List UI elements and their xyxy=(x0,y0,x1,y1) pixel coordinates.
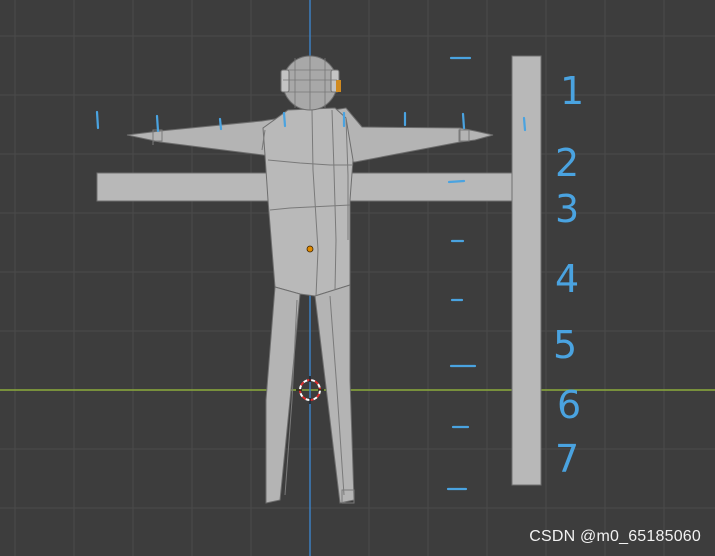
annotation-tick xyxy=(447,179,466,184)
annotation-tick xyxy=(282,111,287,128)
character-head[interactable] xyxy=(280,55,341,111)
viewport-grid xyxy=(0,0,715,556)
annotation-number-6: 6 xyxy=(557,383,581,427)
annotation-tick xyxy=(461,112,466,130)
object-origin-icon[interactable] xyxy=(306,245,314,253)
annotation-tick xyxy=(95,110,100,130)
blender-3d-viewport[interactable]: 1 2 3 4 5 6 7 CSDN @m0_65185060 xyxy=(0,0,715,556)
annotation-tick xyxy=(522,116,527,132)
watermark-text: CSDN @m0_65185060 xyxy=(529,528,701,545)
annotation-number-4: 4 xyxy=(555,257,579,301)
character-right-leg[interactable] xyxy=(314,284,355,504)
annotation-number-2: 2 xyxy=(555,141,579,185)
annotation-tick xyxy=(155,114,160,133)
annotation-number-3: 3 xyxy=(555,187,579,231)
character-torso[interactable] xyxy=(262,107,354,297)
annotation-number-1: 1 xyxy=(560,69,584,113)
annotation-number-5: 5 xyxy=(553,323,577,367)
character-left-leg[interactable] xyxy=(265,286,301,504)
annotation-tick xyxy=(218,117,223,131)
viewport-scene[interactable]: 1 2 3 4 5 6 7 xyxy=(0,0,715,556)
annotation-number-7: 7 xyxy=(555,437,579,481)
